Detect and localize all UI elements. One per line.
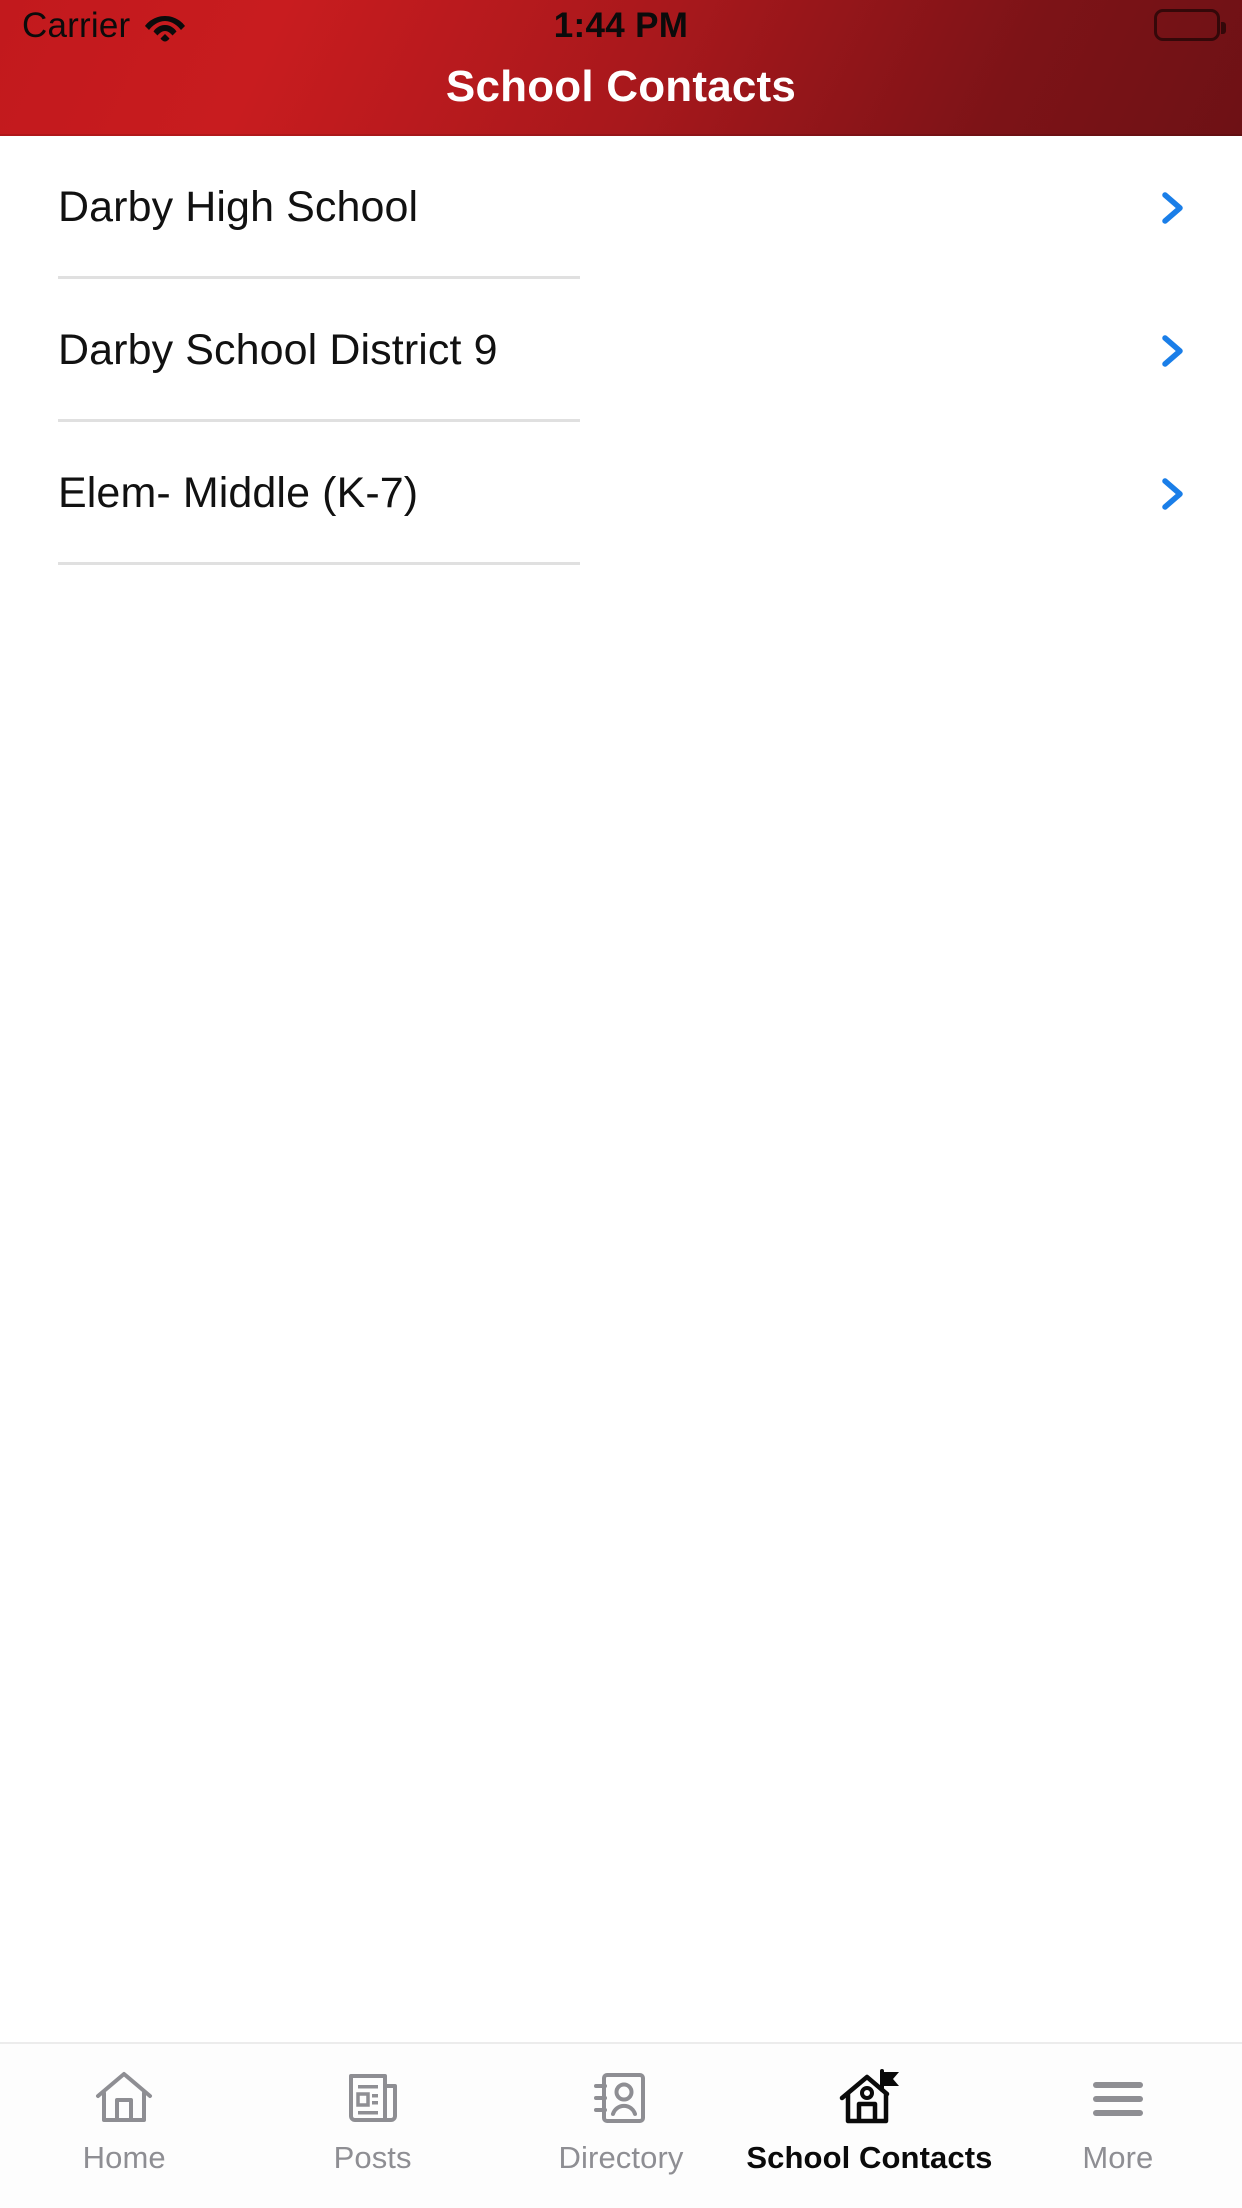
app-screen: Carrier 1:44 PM School Contacts Darby Hi… <box>0 0 1242 2208</box>
page-title: School Contacts <box>445 62 797 111</box>
list-item[interactable]: Elem- Middle (K-7) <box>0 422 1242 565</box>
list-item[interactable]: Darby School District 9 <box>0 279 1242 422</box>
list-item-label: Darby High School <box>58 183 419 231</box>
chevron-right-icon[interactable] <box>1152 474 1192 514</box>
tab-posts[interactable]: Posts <box>248 2044 496 2208</box>
clock-label: 1:44 PM <box>553 6 689 45</box>
tab-home[interactable]: Home <box>0 2044 248 2208</box>
tab-label-school-contacts: School Contacts <box>746 2140 993 2175</box>
tab-label-home: Home <box>82 2140 166 2175</box>
tab-label-more: More <box>1082 2140 1154 2175</box>
list-item-label: Darby School District 9 <box>58 326 498 374</box>
tab-label-directory: Directory <box>558 2140 684 2175</box>
battery-full-icon <box>1154 9 1226 41</box>
status-bar-right <box>1154 9 1226 41</box>
hamburger-menu-icon <box>1086 2066 1150 2130</box>
list-item-label: Elem- Middle (K-7) <box>58 469 419 517</box>
schoolhouse-icon <box>837 2066 901 2130</box>
tab-bar: Home Posts Directory School Contacts Mor… <box>0 2042 1242 2208</box>
chevron-right-icon[interactable] <box>1152 188 1192 228</box>
battery-cap <box>1221 22 1226 34</box>
home-icon <box>92 2066 156 2130</box>
chevron-right-icon[interactable] <box>1152 331 1192 371</box>
tab-more[interactable]: More <box>994 2044 1242 2208</box>
school-contacts-list: Darby High School Darby School District … <box>0 136 1242 565</box>
newspaper-icon <box>341 2066 405 2130</box>
tab-directory[interactable]: Directory <box>497 2044 745 2208</box>
list-divider <box>58 562 580 565</box>
address-book-icon <box>589 2066 653 2130</box>
status-bar-center: 1:44 PM <box>0 4 1242 48</box>
status-bar: Carrier 1:44 PM <box>0 0 1242 56</box>
list-item[interactable]: Darby High School <box>0 136 1242 279</box>
tab-label-posts: Posts <box>333 2140 412 2175</box>
tab-school-contacts[interactable]: School Contacts <box>745 2044 993 2208</box>
navigation-header: Carrier 1:44 PM School Contacts <box>0 0 1242 136</box>
